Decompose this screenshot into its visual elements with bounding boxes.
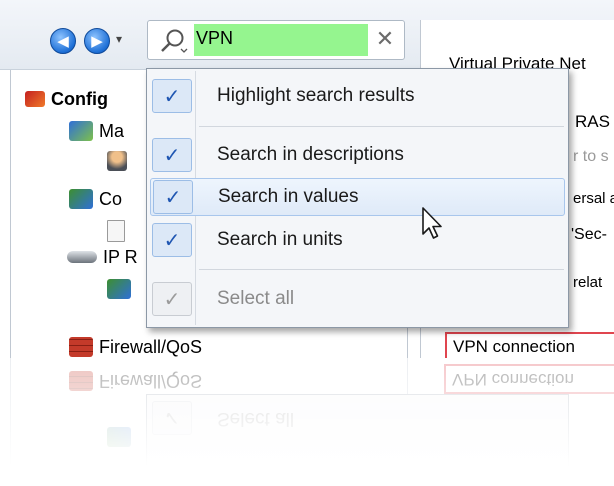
checkmark-icon: ✓ bbox=[152, 223, 192, 257]
menu-item-label: Search in units bbox=[217, 229, 343, 250]
menu-item-search-in-descriptions[interactable]: ✓ Search in descriptions bbox=[150, 136, 565, 174]
router-icon bbox=[67, 251, 97, 263]
menu-item-select-all[interactable]: ✓ Select all bbox=[150, 280, 565, 318]
config-icon bbox=[25, 91, 45, 107]
network-icon bbox=[107, 279, 131, 299]
checkmark-icon: ✓ bbox=[152, 138, 192, 172]
detail-text: RAS bbox=[575, 112, 610, 131]
detail-text: ersal a bbox=[573, 190, 614, 207]
user-icon bbox=[107, 151, 127, 171]
tree-item-label: IP R bbox=[103, 246, 138, 267]
menu-item-search-in-units[interactable]: ✓ Search in units bbox=[150, 221, 565, 259]
tree-item-management[interactable]: Ma bbox=[69, 118, 124, 144]
tree-item-label: Ma bbox=[99, 120, 125, 141]
tree-item-label: Firewall/QoS bbox=[99, 336, 203, 357]
menu-separator bbox=[199, 126, 564, 127]
reflection-fade bbox=[0, 358, 614, 486]
search-input[interactable]: VPN bbox=[196, 28, 233, 49]
menu-separator bbox=[199, 269, 564, 270]
tree-item-label: Config bbox=[51, 88, 108, 109]
back-arrow-icon[interactable]: ◀ bbox=[50, 28, 76, 54]
search-icon[interactable] bbox=[158, 27, 188, 55]
tree-item-config[interactable]: Config bbox=[25, 86, 108, 112]
vpn-connection-box[interactable]: VPN connection bbox=[445, 332, 614, 358]
checkmark-icon: ✓ bbox=[152, 79, 192, 113]
vpn-connection-label: VPN connection bbox=[453, 337, 575, 356]
menu-item-label: Search in values bbox=[218, 186, 359, 207]
tree-item-ip-router[interactable]: IP R bbox=[67, 244, 138, 270]
detail-text: r to s bbox=[573, 148, 609, 165]
tree-item-label: Co bbox=[99, 188, 123, 209]
tree-item-document[interactable] bbox=[107, 218, 131, 244]
menu-item-label: Select all bbox=[217, 288, 295, 309]
window-reflection: Firewall/QoS ✓ Select all VPN connection bbox=[0, 358, 614, 486]
tree-item-user[interactable] bbox=[107, 148, 133, 174]
communication-icon bbox=[69, 189, 93, 209]
tree-item-communication[interactable]: Co bbox=[69, 186, 122, 212]
app-window: ◀ ▶ ▾ VPN ✕ Config Ma Co IP R Firewall/Q… bbox=[0, 0, 614, 358]
forward-arrow-icon[interactable]: ▶ bbox=[84, 28, 110, 54]
mouse-pointer-icon bbox=[422, 207, 442, 239]
screenshot-root: ◀ ▶ ▾ VPN ✕ Config Ma Co IP R Firewall/Q… bbox=[0, 0, 614, 486]
menu-item-highlight-search-results[interactable]: ✓ Highlight search results bbox=[150, 77, 565, 115]
document-icon bbox=[107, 220, 125, 242]
tree-item-firewall[interactable]: Firewall/QoS bbox=[69, 334, 202, 358]
menu-item-label: Search in descriptions bbox=[217, 144, 404, 165]
firewall-icon bbox=[69, 337, 93, 357]
history-dropdown-button[interactable]: ▾ bbox=[116, 32, 122, 46]
management-icon bbox=[69, 121, 93, 141]
detail-text: relat bbox=[573, 274, 603, 291]
clear-search-icon[interactable]: ✕ bbox=[374, 27, 396, 53]
tree-item-network[interactable] bbox=[107, 276, 137, 302]
detail-text: 'Sec- bbox=[571, 226, 607, 243]
menu-item-label: Highlight search results bbox=[217, 85, 415, 106]
menu-item-search-in-values[interactable]: ✓ Search in values bbox=[150, 178, 565, 216]
checkmark-icon: ✓ bbox=[152, 282, 192, 316]
checkmark-icon: ✓ bbox=[153, 180, 193, 214]
search-field[interactable]: VPN ✕ bbox=[147, 20, 405, 60]
search-options-menu: ✓ Highlight search results ✓ Search in d… bbox=[146, 68, 569, 328]
